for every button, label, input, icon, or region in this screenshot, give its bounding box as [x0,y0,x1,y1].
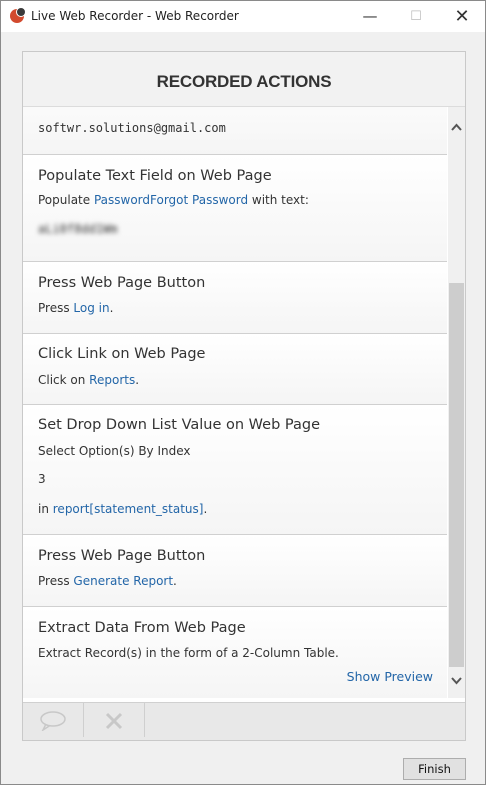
list-item[interactable]: Press Web Page Button Press Log in. [23,262,447,334]
comment-icon [40,711,66,731]
list-item[interactable]: Set Drop Down List Value on Web Page Sel… [23,405,447,535]
window-title: Live Web Recorder - Web Recorder [31,9,239,23]
app-logo-icon [10,7,26,23]
action-description: Extract Record(s) in the form of a 2-Col… [38,646,339,660]
scrollbar-thumb[interactable] [449,283,464,667]
list-item[interactable]: Extract Data From Web Page Extract Recor… [23,607,447,698]
show-preview-link[interactable]: Show Preview [347,669,433,684]
action-description: Press Log in. [38,301,114,315]
option-index-value: 3 [38,472,46,486]
action-title: Press Web Page Button [38,275,206,291]
panel-header: RECORDED ACTIONS [23,52,465,107]
minimize-button[interactable]: — [347,1,393,32]
action-description: Click on Reports. [38,373,140,387]
maximize-button[interactable]: ☐ [393,1,439,32]
actions-list[interactable]: softwr.solutions@gmail.com Populate Text… [23,107,447,698]
action-title: Click Link on Web Page [38,346,206,362]
action-title: Press Web Page Button [38,548,206,564]
list-item[interactable]: Populate Text Field on Web Page Populate… [23,155,447,262]
action-title: Extract Data From Web Page [38,620,246,636]
scroll-down-icon[interactable] [448,670,465,690]
element-link[interactable]: Reports [89,373,135,387]
action-description: Press Generate Report. [38,574,177,588]
action-description: Populate PasswordForgot Password with te… [38,193,309,207]
option-mode-link[interactable]: Select Option(s) By Index [38,444,191,458]
element-link[interactable]: Log in [73,301,109,315]
recorded-actions-panel: RECORDED ACTIONS softwr.solutions@gmail.… [22,51,466,741]
vertical-scrollbar[interactable] [448,107,465,698]
title-bar: Live Web Recorder - Web Recorder — ☐ ✕ [1,1,485,32]
action-title: Populate Text Field on Web Page [38,168,272,184]
list-item[interactable]: softwr.solutions@gmail.com [23,107,447,155]
action-description: in report[statement_status]. [38,502,208,516]
scroll-up-icon[interactable] [448,117,465,137]
element-link[interactable]: report[statement_status] [53,502,204,516]
delete-icon [105,712,123,730]
add-comment-button[interactable] [23,703,84,737]
list-item[interactable]: Press Web Page Button Press Generate Rep… [23,535,447,607]
masked-text-value: aLi0f8dd1Wm [38,222,118,236]
action-title: Set Drop Down List Value on Web Page [38,417,320,433]
typed-text-value: softwr.solutions@gmail.com [38,121,226,135]
panel-title: RECORDED ACTIONS [156,72,332,91]
close-button[interactable]: ✕ [439,1,485,32]
app-window: Live Web Recorder - Web Recorder — ☐ ✕ R… [0,0,486,785]
action-toolbar [23,702,465,740]
list-item[interactable]: Click Link on Web Page Click on Reports. [23,334,447,405]
element-link[interactable]: PasswordForgot Password [94,193,248,207]
finish-button[interactable]: Finish [403,758,466,780]
element-link[interactable]: Generate Report [73,574,173,588]
delete-action-button[interactable] [84,703,145,737]
